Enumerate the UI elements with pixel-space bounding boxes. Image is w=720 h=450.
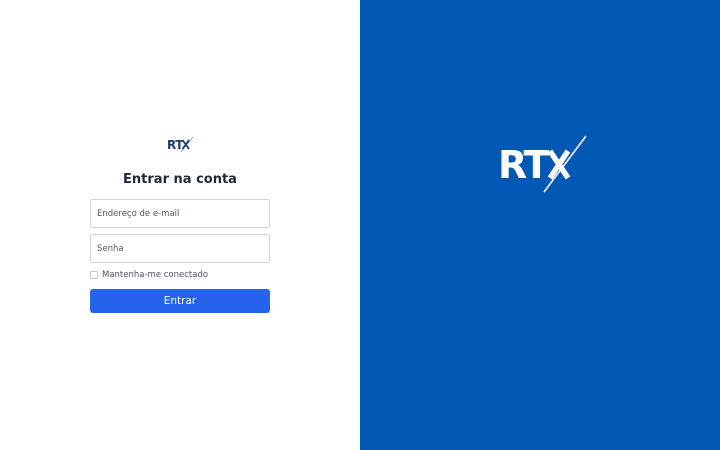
svg-text:RT: RT (167, 138, 184, 152)
password-field[interactable] (90, 234, 270, 263)
rtx-logo-icon: RT (167, 136, 194, 153)
login-panel: RT Entrar na conta Mantenha-me conectado… (0, 0, 360, 450)
brand-panel: RT (360, 0, 720, 450)
rtx-logo-icon: RT (498, 135, 587, 193)
remember-me-checkbox[interactable] (90, 271, 98, 279)
svg-text:RT: RT (498, 143, 550, 187)
login-button[interactable]: Entrar (90, 289, 270, 313)
remember-me-option[interactable]: Mantenha-me conectado (90, 270, 270, 280)
login-page: RT Entrar na conta Mantenha-me conectado… (0, 0, 720, 450)
login-form: RT Entrar na conta Mantenha-me conectado… (90, 134, 270, 313)
login-title: Entrar na conta (123, 172, 237, 187)
email-field[interactable] (90, 199, 270, 228)
remember-me-label: Mantenha-me conectado (102, 270, 209, 280)
